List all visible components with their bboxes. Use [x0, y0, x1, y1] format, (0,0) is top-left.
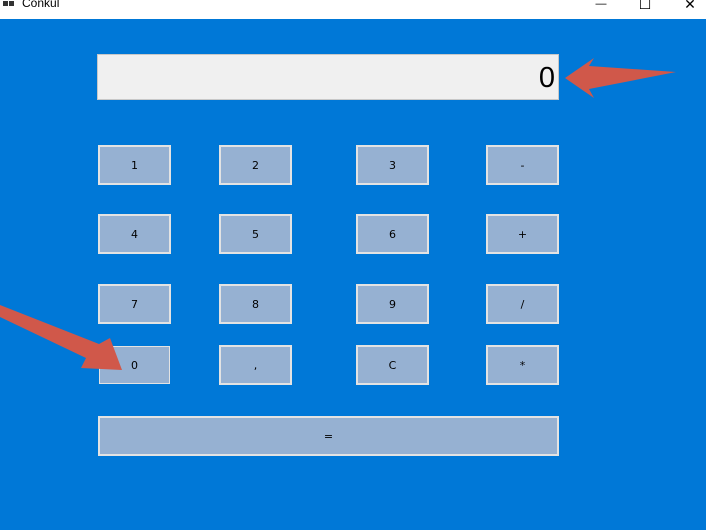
multiply-button[interactable]: *	[486, 345, 559, 385]
key-2-button[interactable]: 2	[219, 145, 292, 185]
minimize-button[interactable]: —	[578, 0, 624, 14]
key-9-button[interactable]: 9	[356, 284, 429, 324]
key-6-button[interactable]: 6	[356, 214, 429, 254]
minus-button[interactable]: -	[486, 145, 559, 185]
key-7-button[interactable]: 7	[98, 284, 171, 324]
window-title: Conkul	[22, 0, 60, 10]
app-icon	[3, 1, 14, 6]
comma-button[interactable]: ,	[219, 345, 292, 385]
key-3-button[interactable]: 3	[356, 145, 429, 185]
key-0-button[interactable]: 0	[99, 346, 170, 384]
maximize-icon: ☐	[638, 0, 652, 12]
equals-button[interactable]: =	[98, 416, 559, 456]
minimize-icon: —	[595, 0, 607, 10]
key-5-button[interactable]: 5	[219, 214, 292, 254]
calculator-client-area: 0 1 2 3 - 4 5 6 + 7 8 9 / 0 , C * =	[0, 19, 706, 530]
key-1-button[interactable]: 1	[98, 145, 171, 185]
divide-button[interactable]: /	[486, 284, 559, 324]
key-4-button[interactable]: 4	[98, 214, 171, 254]
close-icon: ✕	[684, 0, 696, 12]
key-8-button[interactable]: 8	[219, 284, 292, 324]
title-bar: Conkul — ☐ ✕	[0, 0, 706, 19]
display-field[interactable]: 0	[97, 54, 559, 100]
plus-button[interactable]: +	[486, 214, 559, 254]
close-button[interactable]: ✕	[667, 0, 706, 14]
clear-button[interactable]: C	[356, 345, 429, 385]
maximize-button[interactable]: ☐	[622, 0, 668, 14]
